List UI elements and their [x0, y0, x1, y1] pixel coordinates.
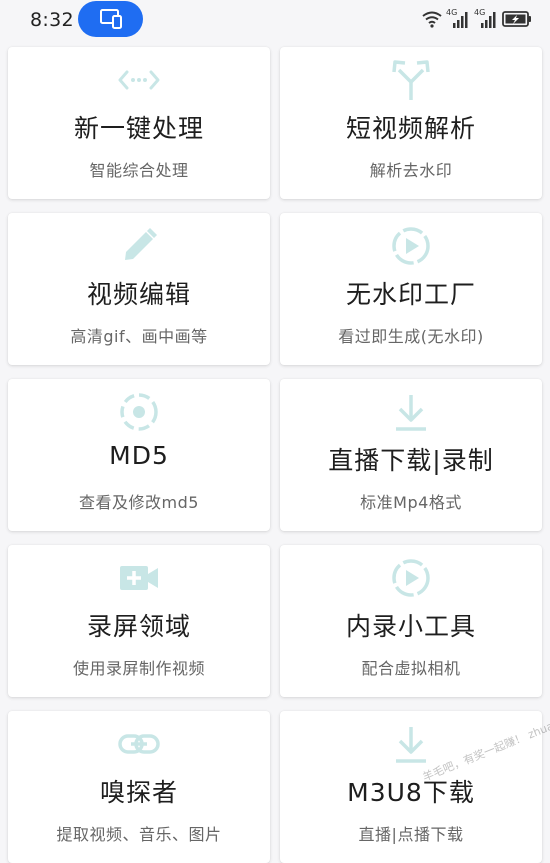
signal-2: 4G: [474, 8, 498, 30]
wifi-icon: [422, 11, 442, 28]
play-circle-dashed-icon: [389, 224, 433, 268]
card-title: 新一键处理: [73, 114, 204, 143]
card-subtitle: 智能综合处理: [89, 161, 189, 180]
card-title: MD5: [109, 441, 169, 470]
tools-grid: 新一键处理 智能综合处理 短视频解析 解析去水印 视频编辑 高清gif、画中画等: [8, 47, 544, 863]
card-internal-record-tool[interactable]: 内录小工具 配合虚拟相机: [280, 545, 542, 697]
download-icon: [389, 390, 433, 434]
card-subtitle: 直播|点播下载: [358, 825, 464, 844]
card-screen-record[interactable]: 录屏领域 使用录屏制作视频: [8, 545, 270, 697]
download-icon: [389, 722, 433, 766]
video-add-icon: [117, 556, 161, 600]
status-bar: 8:32 4G 4G: [0, 0, 550, 40]
signal-1: 4G: [446, 8, 470, 30]
card-no-watermark-factory[interactable]: 无水印工厂 看过即生成(无水印): [280, 213, 542, 365]
card-subtitle: 标准Mp4格式: [360, 493, 462, 512]
card-short-video-parse[interactable]: 短视频解析 解析去水印: [280, 47, 542, 199]
card-title: M3U8下载: [347, 778, 475, 807]
card-title: 无水印工厂: [345, 280, 476, 309]
card-title: 短视频解析: [345, 114, 476, 143]
card-subtitle: 查看及修改md5: [79, 493, 199, 512]
card-title: 内录小工具: [345, 612, 476, 641]
card-sniffer[interactable]: 嗅探者 提取视频、音乐、图片: [8, 711, 270, 863]
card-subtitle: 使用录屏制作视频: [72, 659, 205, 678]
pencil-icon: [117, 224, 161, 268]
card-subtitle: 提取视频、音乐、图片: [56, 825, 222, 844]
link-icon: [117, 722, 161, 766]
card-m3u8-download[interactable]: M3U8下载 直播|点播下载: [280, 711, 542, 863]
battery-charging-icon: [502, 11, 531, 27]
target-dashed-icon: [117, 390, 161, 434]
card-title: 视频编辑: [86, 280, 191, 309]
card-subtitle: 配合虚拟相机: [361, 659, 461, 678]
card-title: 直播下载|录制: [328, 446, 494, 475]
devices-icon: [99, 9, 122, 29]
screen-cast-pill[interactable]: [78, 1, 143, 37]
status-icons: 4G 4G: [422, 8, 532, 30]
card-subtitle: 高清gif、画中画等: [70, 327, 208, 346]
card-title: 录屏领域: [86, 612, 191, 641]
card-live-download-record[interactable]: 直播下载|录制 标准Mp4格式: [280, 379, 542, 531]
signal-bars-icon: [453, 12, 468, 28]
card-subtitle: 解析去水印: [369, 161, 453, 180]
fork-arrows-icon: [389, 58, 433, 102]
card-title: 嗅探者: [99, 778, 178, 807]
signal-bars-icon: [481, 12, 496, 28]
play-circle-dashed-icon: [389, 556, 433, 600]
code-dots-icon: [117, 58, 161, 102]
status-time: 8:32: [30, 9, 74, 31]
card-video-edit[interactable]: 视频编辑 高清gif、画中画等: [8, 213, 270, 365]
card-subtitle: 看过即生成(无水印): [338, 327, 484, 346]
card-md5[interactable]: MD5 查看及修改md5: [8, 379, 270, 531]
card-new-one-click[interactable]: 新一键处理 智能综合处理: [8, 47, 270, 199]
